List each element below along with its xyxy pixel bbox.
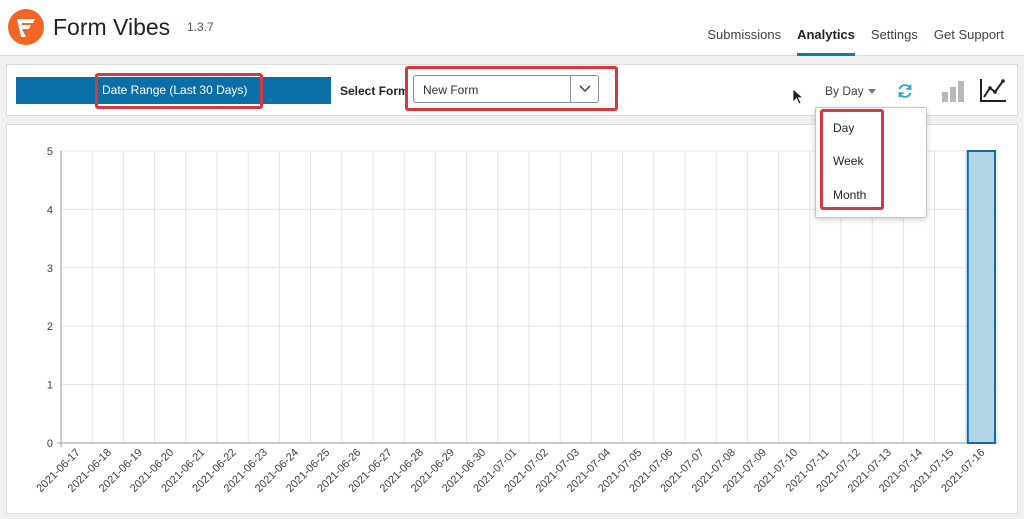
- group-by-option-day[interactable]: Day: [833, 121, 854, 135]
- y-tick-label: 5: [47, 146, 53, 158]
- form-select-value: New Form: [423, 83, 479, 97]
- form-vibes-logo-icon: [8, 9, 44, 45]
- form-select[interactable]: New Form: [413, 75, 599, 103]
- tab-settings[interactable]: Settings: [863, 0, 926, 56]
- group-by-label: By Day: [825, 84, 864, 98]
- chevron-down-icon[interactable]: [570, 76, 598, 102]
- line-chart-icon[interactable]: [979, 77, 1007, 103]
- y-tick-label: 3: [47, 263, 53, 275]
- select-form-label: Select Form: [340, 84, 409, 98]
- tab-get-support[interactable]: Get Support: [926, 0, 1012, 56]
- app-version: 1.3.7: [187, 20, 214, 34]
- tab-analytics[interactable]: Analytics: [789, 0, 863, 56]
- y-tick-label: 2: [47, 321, 53, 333]
- group-by-dropdown[interactable]: By Day: [825, 84, 876, 98]
- group-by-option-month[interactable]: Month: [833, 188, 866, 202]
- y-tick-label: 1: [47, 380, 53, 392]
- tab-submissions[interactable]: Submissions: [699, 0, 789, 56]
- app-title: Form Vibes: [53, 14, 171, 40]
- y-tick-label: 0: [47, 438, 53, 450]
- main-nav: Submissions Analytics Settings Get Suppo…: [699, 0, 1012, 56]
- refresh-icon[interactable]: [896, 82, 914, 100]
- y-tick-label: 4: [47, 204, 53, 216]
- group-by-option-week[interactable]: Week: [833, 154, 863, 168]
- chart-bar: [966, 150, 996, 444]
- caret-down-icon: [867, 89, 876, 95]
- bar-chart-icon[interactable]: [940, 78, 966, 102]
- app-header: Form Vibes 1.3.7 Submissions Analytics S…: [0, 0, 1024, 56]
- date-range-button[interactable]: Date Range (Last 30 Days): [16, 77, 331, 104]
- mouse-cursor-icon: [792, 88, 804, 105]
- group-by-menu: Day Week Month: [815, 107, 927, 218]
